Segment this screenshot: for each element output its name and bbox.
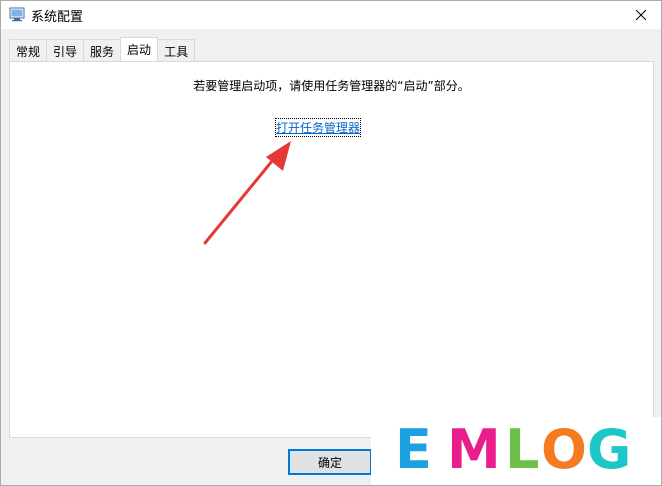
emlog-watermark: E M L O G xyxy=(371,417,661,485)
tab-services[interactable]: 服务 xyxy=(83,39,122,61)
watermark-letter: G xyxy=(587,418,632,481)
startup-panel: 若要管理启动项，请使用任务管理器的“启动”部分。 打开任务管理器 xyxy=(9,61,654,438)
watermark-letter: M xyxy=(447,418,501,481)
tab-tools[interactable]: 工具 xyxy=(157,39,196,61)
watermark-letter: L xyxy=(505,418,540,481)
system-config-window: 系统配置 常规 引导 服务 启动 工具 若要管理启动项，请使用任务管理器的“启动… xyxy=(0,0,662,486)
close-button[interactable] xyxy=(621,1,661,29)
watermark-letter: O xyxy=(541,418,587,481)
open-task-manager-link[interactable]: 打开任务管理器 xyxy=(274,118,362,137)
tab-strip: 常规 引导 服务 启动 工具 xyxy=(9,37,196,61)
title-bar: 系统配置 xyxy=(1,1,661,29)
close-icon xyxy=(635,9,647,21)
tab-startup[interactable]: 启动 xyxy=(120,37,159,61)
tab-boot[interactable]: 引导 xyxy=(46,39,85,61)
watermark-letter: E xyxy=(395,418,432,481)
system-config-icon xyxy=(9,7,25,22)
red-arrow-annotation xyxy=(203,141,291,245)
startup-info-text: 若要管理启动项，请使用任务管理器的“启动”部分。 xyxy=(193,79,470,93)
ok-button[interactable]: 确定 xyxy=(288,449,372,475)
window-title: 系统配置 xyxy=(31,10,84,25)
tab-general[interactable]: 常规 xyxy=(9,39,48,61)
